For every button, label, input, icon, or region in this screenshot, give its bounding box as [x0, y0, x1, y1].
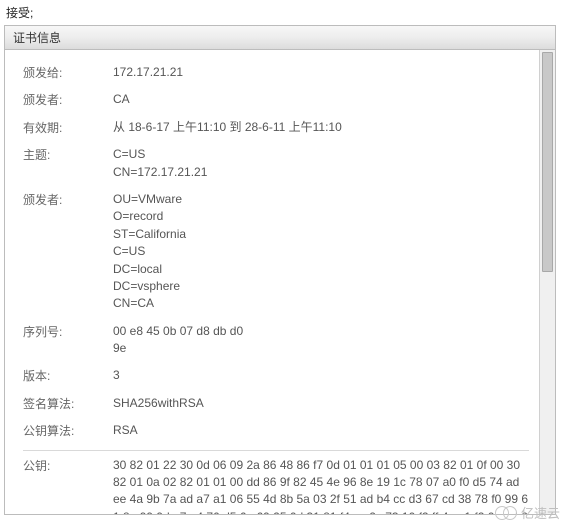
label-subject: 主题: — [23, 146, 113, 163]
value-issued-by: OU=VMware O=record ST=California C=US DC… — [113, 191, 529, 313]
value-subject: C=US CN=172.17.21.21 — [113, 146, 529, 181]
certificate-info-dialog: 证书信息 颁发给: 172.17.21.21 颁发者: CA 有效期: 从 18… — [4, 25, 556, 515]
value-issued-by-top: CA — [113, 91, 529, 108]
value-serial: 00 e8 45 0b 07 d8 db d0 9e — [113, 323, 529, 358]
value-pk-algo: RSA — [113, 422, 529, 439]
value-validity: 从 18-6-17 上午11:10 到 28-6-11 上午11:10 — [113, 119, 529, 136]
vertical-scrollbar[interactable] — [539, 50, 555, 514]
label-validity: 有效期: — [23, 119, 113, 136]
label-issued-by: 颁发者: — [23, 191, 113, 208]
label-version: 版本: — [23, 367, 113, 384]
label-issued-by-top: 颁发者: — [23, 91, 113, 108]
value-sig-algo: SHA256withRSA — [113, 395, 529, 412]
label-issued-to: 颁发给: — [23, 64, 113, 81]
certificate-details: 颁发给: 172.17.21.21 颁发者: CA 有效期: 从 18-6-17… — [5, 50, 539, 514]
section-divider — [23, 450, 529, 451]
label-serial: 序列号: — [23, 323, 113, 340]
label-pubkey: 公钥: — [23, 457, 113, 474]
scrollbar-thumb[interactable] — [542, 52, 553, 272]
value-pubkey: 30 82 01 22 30 0d 06 09 2a 86 48 86 f7 0… — [113, 457, 529, 514]
label-pk-algo: 公钥算法: — [23, 422, 113, 439]
label-sig-algo: 签名算法: — [23, 395, 113, 412]
value-issued-to: 172.17.21.21 — [113, 64, 529, 81]
dialog-title: 证书信息 — [5, 26, 555, 50]
value-version: 3 — [113, 367, 529, 384]
accept-label: 接受; — [0, 0, 566, 25]
